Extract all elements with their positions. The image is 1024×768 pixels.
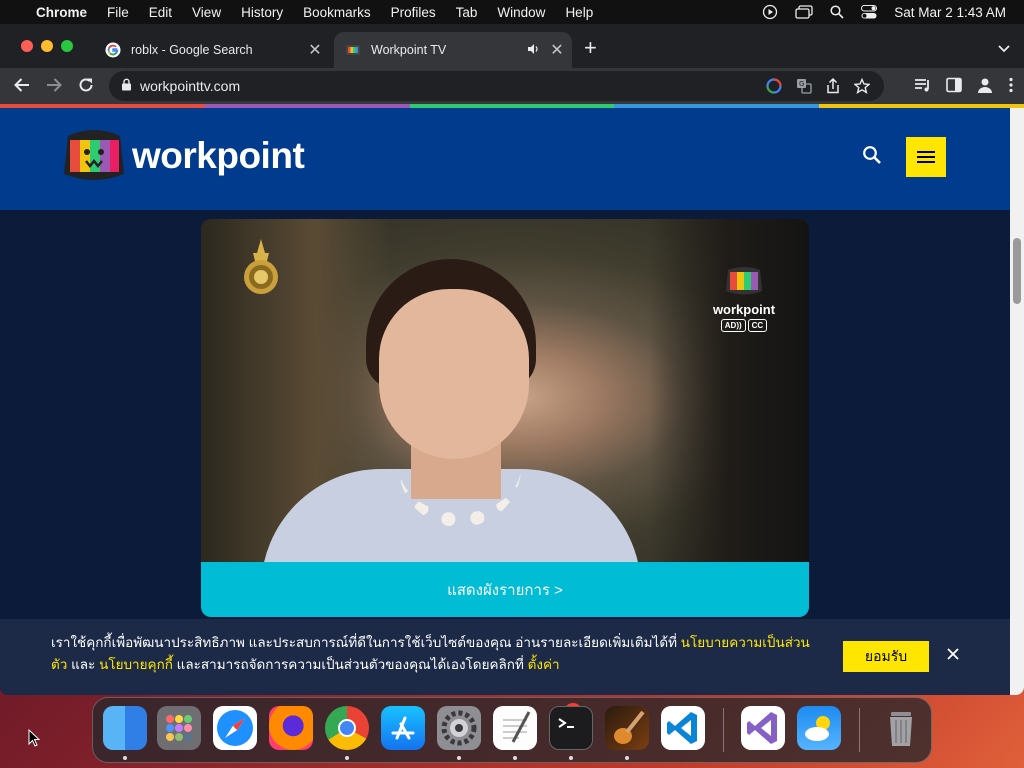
control-center-icon[interactable] — [861, 5, 878, 19]
cookie-settings-link[interactable]: ตั้งค่า — [528, 657, 560, 672]
profile-icon[interactable] — [976, 76, 994, 99]
royal-emblem-icon — [239, 237, 283, 304]
translate-icon[interactable]: G — [796, 78, 812, 94]
share-icon[interactable] — [826, 78, 840, 94]
spotlight-search-icon[interactable] — [830, 5, 844, 19]
tab-title: roblx - Google Search — [131, 43, 253, 57]
audio-playing-icon[interactable] — [527, 43, 540, 58]
site-logo-text: workpoint — [132, 135, 305, 176]
media-control-icon[interactable] — [762, 4, 778, 20]
cookie-text: เราใช้คุกกี้เพื่อพัฒนาประสิทธิภาพ และประ… — [51, 635, 810, 672]
closed-caption-badge: CC — [747, 319, 768, 332]
window-minimize-button[interactable] — [41, 40, 53, 52]
window-close-button[interactable] — [21, 40, 33, 52]
site-header: workpoint — [0, 108, 1010, 210]
tab-strip: roblx - Google Search ✕ Workpoint TV ✕ + — [0, 24, 1024, 68]
menubar-datetime[interactable]: Sat Mar 2 1:43 AM — [894, 5, 1006, 20]
show-schedule-button[interactable]: แสดงผังรายการ > — [201, 562, 809, 617]
channel-watermark: workpoint AD)) CC — [707, 265, 781, 332]
vscode-icon[interactable] — [661, 706, 705, 750]
dock: 1 — [92, 697, 932, 763]
google-lens-icon[interactable] — [766, 78, 782, 94]
app-store-icon[interactable] — [381, 706, 425, 750]
audio-description-badge: AD)) — [720, 319, 746, 332]
side-panel-icon[interactable] — [946, 77, 962, 98]
menu-history[interactable]: History — [241, 5, 283, 20]
forward-icon[interactable] — [45, 76, 63, 99]
workpoint-tv-logo-icon — [64, 130, 124, 180]
menu-view[interactable]: View — [192, 5, 221, 20]
safari-icon[interactable] — [213, 706, 257, 750]
mouse-cursor-icon — [28, 728, 41, 752]
close-icon[interactable] — [946, 647, 960, 664]
back-icon[interactable] — [13, 76, 31, 99]
cookie-consent-banner: เราใช้คุกกี้เพื่อพัฒนาประสิทธิภาพ และประ… — [0, 619, 1010, 695]
menu-app-name[interactable]: Chrome — [36, 5, 87, 20]
site-search-icon[interactable] — [862, 145, 882, 170]
finder-icon[interactable] — [103, 706, 147, 750]
firefox-icon[interactable] — [269, 706, 313, 750]
media-queue-icon[interactable] — [914, 77, 932, 98]
menu-tab[interactable]: Tab — [456, 5, 478, 20]
tab-close-icon[interactable]: ✕ — [546, 40, 568, 60]
chrome-icon[interactable] — [325, 706, 369, 750]
lock-icon[interactable] — [121, 78, 132, 94]
accept-cookies-button[interactable]: ยอมรับ — [843, 641, 929, 672]
visual-studio-icon[interactable] — [741, 706, 785, 750]
hamburger-menu-button[interactable] — [906, 137, 946, 177]
menu-help[interactable]: Help — [565, 5, 593, 20]
menu-profiles[interactable]: Profiles — [391, 5, 436, 20]
tab-google-search[interactable]: roblx - Google Search ✕ — [94, 32, 330, 68]
svg-text:G: G — [799, 80, 804, 88]
launchpad-icon[interactable] — [157, 706, 201, 750]
browser-toolbar: workpointtv.com G — [0, 68, 1024, 104]
tab-search-chevron-icon[interactable] — [998, 40, 1010, 58]
workpoint-watermark-icon — [726, 267, 762, 295]
terminal-icon[interactable] — [549, 706, 593, 750]
weather-icon[interactable] — [797, 706, 841, 750]
scrollbar-thumb[interactable] — [1013, 238, 1021, 304]
menu-window[interactable]: Window — [497, 5, 545, 20]
window-zoom-button[interactable] — [61, 40, 73, 52]
tab-close-icon[interactable]: ✕ — [304, 40, 326, 60]
url-text[interactable]: workpointtv.com — [140, 78, 766, 94]
hamburger-icon — [917, 151, 935, 163]
workpoint-icon — [345, 42, 361, 58]
menu-bar: Chrome File Edit View History Bookmarks … — [0, 0, 1024, 24]
garageband-icon[interactable] — [605, 706, 649, 750]
menu-file[interactable]: File — [107, 5, 129, 20]
chrome-window: roblx - Google Search ✕ Workpoint TV ✕ +… — [0, 24, 1024, 695]
menu-bookmarks[interactable]: Bookmarks — [303, 5, 371, 20]
bookmark-star-icon[interactable] — [854, 78, 870, 94]
reload-icon[interactable] — [77, 76, 95, 99]
new-tab-icon[interactable]: + — [584, 37, 597, 59]
screen-mirroring-icon[interactable] — [795, 5, 813, 19]
tab-workpoint-tv[interactable]: Workpoint TV ✕ — [334, 32, 572, 68]
textedit-icon[interactable] — [493, 706, 537, 750]
cookie-policy-link[interactable]: นโยบายคุกกี้ — [99, 657, 173, 672]
workpoint-logo[interactable]: workpoint — [62, 126, 305, 186]
chrome-menu-icon[interactable] — [1008, 77, 1014, 98]
trash-icon[interactable] — [879, 706, 923, 750]
menu-edit[interactable]: Edit — [149, 5, 172, 20]
live-video-player[interactable]: workpoint AD)) CC — [201, 219, 809, 562]
google-icon — [105, 42, 121, 58]
web-page: workpoint workpoint AD)) CC แสดงผังรายกา… — [0, 108, 1010, 695]
address-bar[interactable]: workpointtv.com G — [109, 71, 884, 101]
watermark-text: workpoint — [712, 302, 776, 317]
system-preferences-icon[interactable] — [437, 706, 481, 750]
page-scrollbar[interactable] — [1010, 108, 1024, 695]
tab-title: Workpoint TV — [371, 43, 447, 57]
